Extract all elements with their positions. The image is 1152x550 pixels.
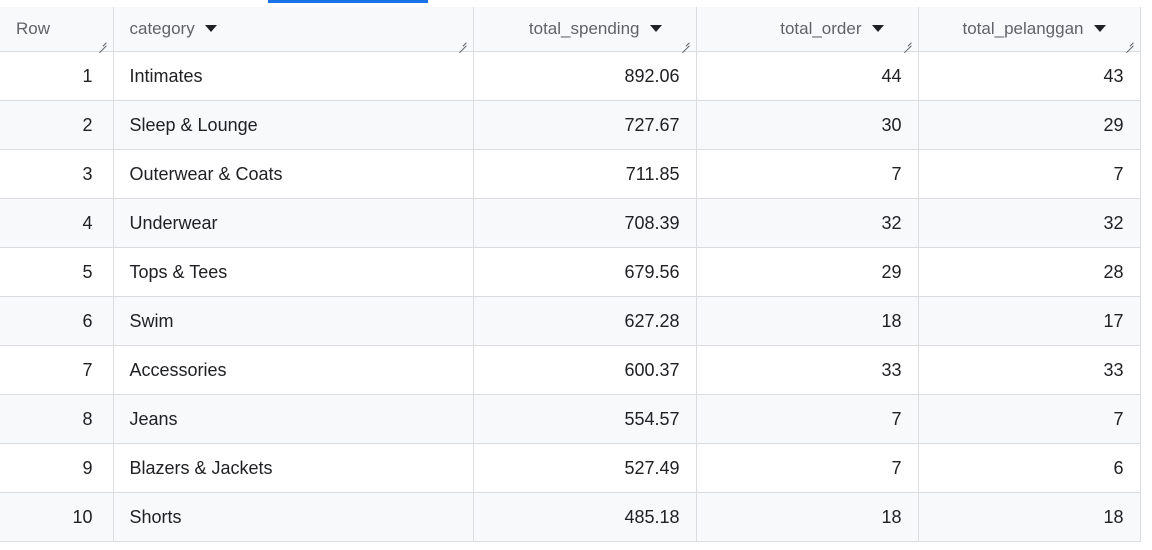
column-header-label: total_spending (528, 19, 640, 38)
sort-dropdown-icon[interactable] (204, 25, 217, 33)
row-number-cell: 4 (0, 198, 114, 248)
row-number-cell: 1 (0, 51, 114, 101)
total-pelanggan-cell: 33 (918, 345, 1141, 395)
total-pelanggan-cell: 29 (918, 100, 1141, 150)
total-spending-cell: 527.49 (473, 443, 697, 493)
total-spending-cell: 485.18 (473, 492, 697, 542)
total-spending-cell: 892.06 (473, 51, 697, 101)
total-spending-cell: 679.56 (473, 247, 697, 297)
table-row: 1 Intimates 892.06 44 43 (0, 51, 1141, 101)
category-cell: Tops & Tees (113, 247, 474, 297)
column-header-label: category (129, 19, 195, 38)
table-row: 5 Tops & Tees 679.56 29 28 (0, 247, 1141, 297)
row-number-cell: 8 (0, 394, 114, 444)
category-cell: Jeans (113, 394, 474, 444)
total-pelanggan-cell: 7 (918, 394, 1141, 444)
category-cell: Underwear (113, 198, 474, 248)
table-row: 9 Blazers & Jackets 527.49 7 6 (0, 443, 1141, 493)
row-number-cell: 5 (0, 247, 114, 297)
category-cell: Blazers & Jackets (113, 443, 474, 493)
total-order-cell: 33 (696, 345, 919, 395)
total-order-cell: 18 (696, 296, 919, 346)
column-header-total-pelanggan[interactable]: total_pelanggan (918, 7, 1141, 52)
total-order-cell: 32 (696, 198, 919, 248)
row-number-cell: 3 (0, 149, 114, 199)
sort-dropdown-icon[interactable] (1093, 25, 1106, 33)
total-order-cell: 44 (696, 51, 919, 101)
active-tab-indicator (268, 0, 428, 3)
row-number-cell: 7 (0, 345, 114, 395)
table-row: 2 Sleep & Lounge 727.67 30 29 (0, 100, 1141, 150)
total-order-cell: 18 (696, 492, 919, 542)
column-header-row[interactable]: Row (0, 7, 114, 52)
row-number-cell: 10 (0, 492, 114, 542)
row-number-cell: 9 (0, 443, 114, 493)
category-cell: Shorts (113, 492, 474, 542)
total-spending-cell: 727.67 (473, 100, 697, 150)
total-pelanggan-cell: 32 (918, 198, 1141, 248)
table-row: 6 Swim 627.28 18 17 (0, 296, 1141, 346)
column-resize-handle-icon[interactable] (98, 37, 107, 46)
table-row: 10 Shorts 485.18 18 18 (0, 492, 1141, 542)
category-cell: Intimates (113, 51, 474, 101)
column-header-total-spending[interactable]: total_spending (473, 7, 697, 52)
results-table: Row category total_spending total_order … (0, 7, 1141, 542)
total-spending-cell: 600.37 (473, 345, 697, 395)
total-pelanggan-cell: 7 (918, 149, 1141, 199)
category-cell: Swim (113, 296, 474, 346)
row-number-cell: 2 (0, 100, 114, 150)
header-row: Row category total_spending total_order … (0, 7, 1141, 52)
total-order-cell: 7 (696, 394, 919, 444)
total-order-cell: 7 (696, 443, 919, 493)
table-row: 4 Underwear 708.39 32 32 (0, 198, 1141, 248)
column-header-label: total_pelanggan (962, 19, 1084, 38)
column-resize-handle-icon[interactable] (1125, 37, 1134, 46)
column-resize-handle-icon[interactable] (681, 37, 690, 46)
column-header-label: total_order (780, 19, 862, 38)
total-order-cell: 7 (696, 149, 919, 199)
total-order-cell: 30 (696, 100, 919, 150)
category-cell: Accessories (113, 345, 474, 395)
category-cell: Sleep & Lounge (113, 100, 474, 150)
total-pelanggan-cell: 17 (918, 296, 1141, 346)
table-row: 7 Accessories 600.37 33 33 (0, 345, 1141, 395)
total-pelanggan-cell: 18 (918, 492, 1141, 542)
total-spending-cell: 708.39 (473, 198, 697, 248)
sort-dropdown-icon[interactable] (649, 25, 662, 33)
total-spending-cell: 627.28 (473, 296, 697, 346)
column-header-category[interactable]: category (113, 7, 474, 52)
column-header-label: Row (16, 19, 51, 38)
category-cell: Outerwear & Coats (113, 149, 474, 199)
column-resize-handle-icon[interactable] (903, 37, 912, 46)
total-spending-cell: 554.57 (473, 394, 697, 444)
total-pelanggan-cell: 28 (918, 247, 1141, 297)
query-results-panel: Row category total_spending total_order … (0, 0, 1152, 550)
column-resize-handle-icon[interactable] (458, 37, 467, 46)
table-row: 8 Jeans 554.57 7 7 (0, 394, 1141, 444)
sort-dropdown-icon[interactable] (871, 25, 884, 33)
total-pelanggan-cell: 43 (918, 51, 1141, 101)
column-header-total-order[interactable]: total_order (696, 7, 919, 52)
total-pelanggan-cell: 6 (918, 443, 1141, 493)
total-order-cell: 29 (696, 247, 919, 297)
table-row: 3 Outerwear & Coats 711.85 7 7 (0, 149, 1141, 199)
row-number-cell: 6 (0, 296, 114, 346)
total-spending-cell: 711.85 (473, 149, 697, 199)
